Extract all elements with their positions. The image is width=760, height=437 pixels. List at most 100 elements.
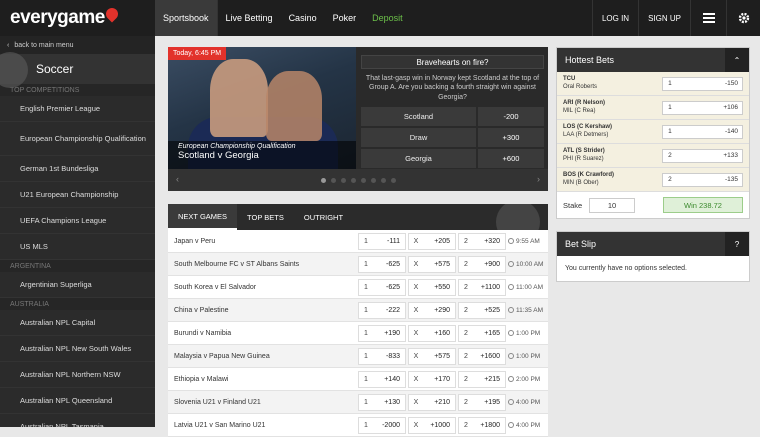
odds-draw-button[interactable]: X +170 [408, 370, 456, 388]
sidebar-item[interactable]: UEFA Champions League [0, 208, 155, 234]
sidebar-item[interactable]: Argentinian Superliga [0, 272, 155, 298]
login-button[interactable]: LOG IN [591, 0, 638, 36]
odds-away-button[interactable]: 2 +1800 [458, 416, 506, 434]
odds-draw-button[interactable]: X +575 [408, 255, 456, 273]
promo-odd-button[interactable]: -200 [478, 107, 544, 127]
help-icon[interactable]: ? [725, 232, 749, 256]
nav-poker[interactable]: Poker [325, 0, 365, 36]
chevron-right-icon[interactable]: › [537, 174, 540, 184]
game-name[interactable]: Japan v Peru [168, 238, 358, 245]
sidebar-item[interactable]: Australian NPL Tasmania [0, 414, 155, 427]
game-name[interactable]: South Melbourne FC v ST Albans Saints [168, 261, 358, 268]
odds-draw-button[interactable]: X +1000 [408, 416, 456, 434]
nav-live-betting[interactable]: Live Betting [218, 0, 281, 36]
games-tabs: NEXT GAMES TOP BETS OUTRIGHT [168, 204, 548, 230]
game-name[interactable]: Burundi v Namibia [168, 330, 358, 337]
carousel-dot[interactable] [340, 177, 346, 183]
sidebar-item[interactable]: Australian NPL Capital [0, 310, 155, 336]
sidebar-item[interactable]: US MLS [0, 234, 155, 260]
sidebar-item[interactable]: Australian NPL Northern NSW [0, 362, 155, 388]
odds-draw-button[interactable]: X +160 [408, 324, 456, 342]
stake-input[interactable]: 10 [589, 197, 635, 213]
odds-away-button[interactable]: 2 +525 [458, 301, 506, 319]
odds-draw-button[interactable]: X +550 [408, 278, 456, 296]
sidebar-item[interactable]: Australian NPL Queensland [0, 388, 155, 414]
odds-draw-button[interactable]: X +210 [408, 393, 456, 411]
odds-away-button[interactable]: 2 +1600 [458, 347, 506, 365]
sidebar-item[interactable]: German 1st Bundesliga [0, 156, 155, 182]
odds-away-button[interactable]: 2 +165 [458, 324, 506, 342]
odds-away-button[interactable]: 2 +320 [458, 232, 506, 250]
odds-away-button[interactable]: 2 +900 [458, 255, 506, 273]
hot-bet-odd-button[interactable]: 1 +106 [661, 100, 743, 115]
chevron-left-icon[interactable]: ‹ [176, 174, 179, 184]
odds-home-button[interactable]: 1 -111 [358, 232, 406, 250]
match-photo[interactable]: Today, 6:45 PM European Championship Qua… [168, 47, 356, 177]
game-time: 11:00 AM [508, 284, 548, 291]
odds-key: 1 [364, 375, 368, 383]
game-name[interactable]: South Korea v El Salvador [168, 284, 358, 291]
sidebar-item[interactable]: U21 European Championship [0, 182, 155, 208]
odds-draw-button[interactable]: X +205 [408, 232, 456, 250]
carousel-dot[interactable] [360, 177, 366, 183]
promo-odd-button[interactable]: +300 [478, 128, 544, 148]
odds-draw-button[interactable]: X +290 [408, 301, 456, 319]
bet-slip-empty-message: You currently have no options selected. [565, 265, 687, 272]
game-name[interactable]: Latvia U21 v San Marino U21 [168, 422, 358, 429]
carousel-dot[interactable] [350, 177, 356, 183]
odds-home-button[interactable]: 1 -833 [358, 347, 406, 365]
odds-home-button[interactable]: 1 +130 [358, 393, 406, 411]
game-name[interactable]: China v Palestine [168, 307, 358, 314]
logo[interactable]: everygame [0, 0, 155, 36]
game-name[interactable]: Slovenia U21 v Finland U21 [168, 399, 358, 406]
odds-key: 2 [464, 352, 468, 360]
carousel-dot[interactable] [330, 177, 336, 183]
hot-bet-selection: LOS (C Kershaw) [563, 123, 613, 130]
nav-sportsbook[interactable]: Sportsbook [155, 0, 217, 36]
logo-text: everygame [10, 7, 105, 28]
odds-home-button[interactable]: 1 +140 [358, 370, 406, 388]
odds-value: -140 [724, 128, 738, 135]
odds-value: +210 [434, 398, 450, 406]
carousel-dot[interactable] [380, 177, 386, 183]
odds-home-button[interactable]: 1 -2000 [358, 416, 406, 434]
hot-bet-odd-button[interactable]: 1 -150 [661, 76, 743, 91]
odds-away-button[interactable]: 2 +215 [458, 370, 506, 388]
main-nav: Sportsbook Live Betting Casino Poker Dep… [155, 0, 411, 36]
nav-casino[interactable]: Casino [281, 0, 325, 36]
tab-top-bets[interactable]: TOP BETS [237, 204, 294, 230]
hot-bet-odd-button[interactable]: 2 -135 [661, 172, 743, 187]
back-to-main-menu[interactable]: ‹ back to main menu [0, 36, 155, 54]
odds-away-button[interactable]: 2 +195 [458, 393, 506, 411]
odds-home-button[interactable]: 1 +190 [358, 324, 406, 342]
tab-outright[interactable]: OUTRIGHT [294, 204, 353, 230]
carousel-dot[interactable] [370, 177, 376, 183]
sidebar-item[interactable]: European Championship Qualification [0, 122, 155, 156]
menu-icon[interactable] [690, 0, 726, 36]
sidebar-item[interactable]: English Premier League [0, 96, 155, 122]
table-row: China v Palestine 1 -222 X +290 2 +525 11:35 AM [168, 299, 548, 322]
odds-home-button[interactable]: 1 -625 [358, 255, 406, 273]
game-name[interactable]: Malaysia v Papua New Guinea [168, 353, 358, 360]
chevron-up-icon[interactable]: ⌃ [725, 48, 749, 72]
carousel-dot[interactable] [390, 177, 396, 183]
odds-draw-button[interactable]: X +575 [408, 347, 456, 365]
carousel-dot[interactable] [320, 177, 326, 183]
stake-label: Stake [563, 200, 583, 210]
tab-next-games[interactable]: NEXT GAMES [168, 204, 238, 230]
signup-button[interactable]: SIGN UP [638, 0, 690, 36]
odds-key: 1 [364, 237, 368, 245]
clock-icon [508, 399, 514, 405]
sidebar-item[interactable]: Australian NPL New South Wales [0, 336, 155, 362]
hot-bet-odd-button[interactable]: 1 -140 [661, 124, 743, 139]
hot-bet-odd-button[interactable]: 2 +133 [661, 148, 743, 163]
odds-home-button[interactable]: 1 -222 [358, 301, 406, 319]
odds-away-button[interactable]: 2 +1100 [458, 278, 506, 296]
gear-icon[interactable] [726, 0, 760, 36]
clock-icon [508, 376, 514, 382]
nav-deposit[interactable]: Deposit [364, 0, 411, 36]
odds-home-button[interactable]: 1 -625 [358, 278, 406, 296]
promo-odd-button[interactable]: +600 [478, 149, 544, 169]
odds-value: -111 [387, 237, 400, 245]
game-name[interactable]: Ethiopia v Malawi [168, 376, 358, 383]
